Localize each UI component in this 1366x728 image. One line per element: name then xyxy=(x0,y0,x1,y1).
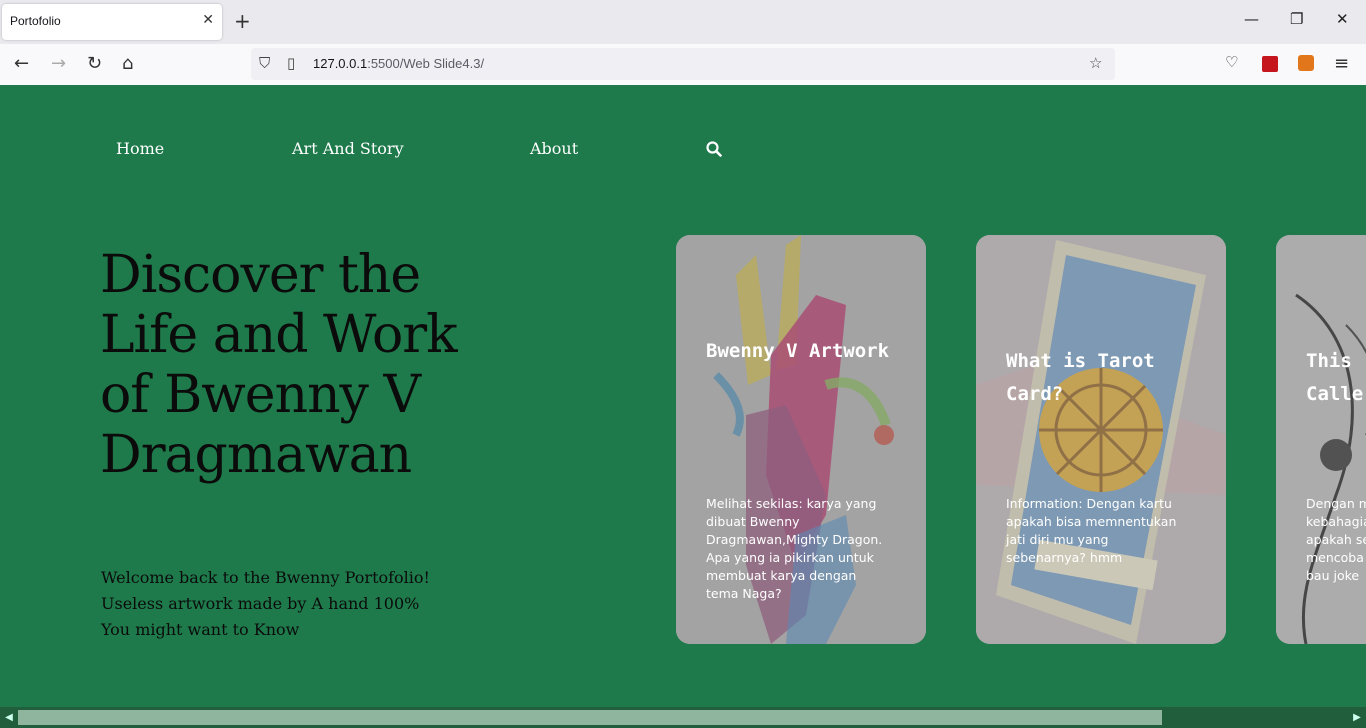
pocket-icon[interactable]: ♡ xyxy=(1225,53,1238,71)
card-third[interactable]: This Calle Dengan m kebahagia apakah se … xyxy=(1276,235,1366,644)
horizontal-scrollbar[interactable]: ◀ ▶ xyxy=(0,707,1366,728)
card-description: Information: Dengan kartu apakah bisa me… xyxy=(1006,496,1177,565)
minimize-icon[interactable]: — xyxy=(1244,10,1259,28)
url-host: 127.0.0.1 xyxy=(313,56,368,71)
restore-icon[interactable]: ❐ xyxy=(1290,10,1303,28)
close-window-icon[interactable]: ✕ xyxy=(1336,10,1349,28)
nav-about[interactable]: About xyxy=(530,139,578,158)
scroll-left-arrow-icon[interactable]: ◀ xyxy=(0,707,18,728)
back-icon[interactable]: ← xyxy=(14,53,29,74)
card-tarot[interactable]: What is Tarot Card? Information: Dengan … xyxy=(976,235,1226,644)
card-description: Dengan m kebahagia apakah se mencoba bau… xyxy=(1306,496,1366,583)
address-bar[interactable]: ⛉ ▯ 127.0.0.1:5500/Web Slide4.3/ ☆ xyxy=(251,48,1115,80)
card-title: What is Tarot Card? xyxy=(1006,350,1155,405)
nav-home[interactable]: Home xyxy=(116,139,164,158)
reload-icon[interactable]: ↻ xyxy=(87,53,102,74)
scroll-right-arrow-icon[interactable]: ▶ xyxy=(1348,707,1366,728)
new-tab-icon[interactable]: + xyxy=(234,9,251,33)
tarot-card-image xyxy=(976,235,1226,644)
url-text[interactable]: 127.0.0.1:5500/Web Slide4.3/ xyxy=(313,56,484,71)
search-icon[interactable] xyxy=(706,141,722,157)
page-icon: ▯ xyxy=(287,54,296,72)
home-icon[interactable]: ⌂ xyxy=(122,53,133,74)
forward-icon[interactable]: → xyxy=(51,53,66,74)
extension-red-icon[interactable] xyxy=(1262,56,1278,72)
hero-line: Welcome back to the Bwenny Portofolio! xyxy=(101,568,430,587)
tab-title: Portofolio xyxy=(10,14,61,28)
browser-toolbar: ← → ↻ ⌂ ⛉ ▯ 127.0.0.1:5500/Web Slide4.3/… xyxy=(0,44,1366,86)
close-tab-icon[interactable]: ✕ xyxy=(202,12,214,28)
card-title: This Calle xyxy=(1306,350,1364,405)
card-title: Bwenny V Artwork xyxy=(706,340,890,362)
hero-line: You might want to Know xyxy=(101,620,300,639)
page-content: Home Art And Story About Discover the Li… xyxy=(0,85,1366,707)
browser-tab-strip: Portofolio ✕ + — ❐ ✕ xyxy=(0,0,1366,44)
hero-line: Useless artwork made by A hand 100% xyxy=(101,594,420,613)
scrollbar-thumb[interactable] xyxy=(18,710,1162,725)
url-path: :5500/Web Slide4.3/ xyxy=(367,56,485,71)
hero-intro: Welcome back to the Bwenny Portofolio! U… xyxy=(101,565,461,643)
nav-art-and-story[interactable]: Art And Story xyxy=(292,139,404,158)
hero-title: Discover the Life and Work of Bwenny V D… xyxy=(100,245,458,485)
menu-icon[interactable]: ≡ xyxy=(1334,53,1349,74)
card-description: Melihat sekilas: karya yang dibuat Bwenn… xyxy=(706,496,883,601)
bookmark-star-icon[interactable]: ☆ xyxy=(1089,54,1102,72)
extension-fox-icon[interactable] xyxy=(1298,55,1314,71)
browser-tab[interactable]: Portofolio ✕ xyxy=(2,4,222,40)
shield-icon[interactable]: ⛉ xyxy=(259,54,270,72)
card-artwork[interactable]: Bwenny V Artwork Melihat sekilas: karya … xyxy=(676,235,926,644)
